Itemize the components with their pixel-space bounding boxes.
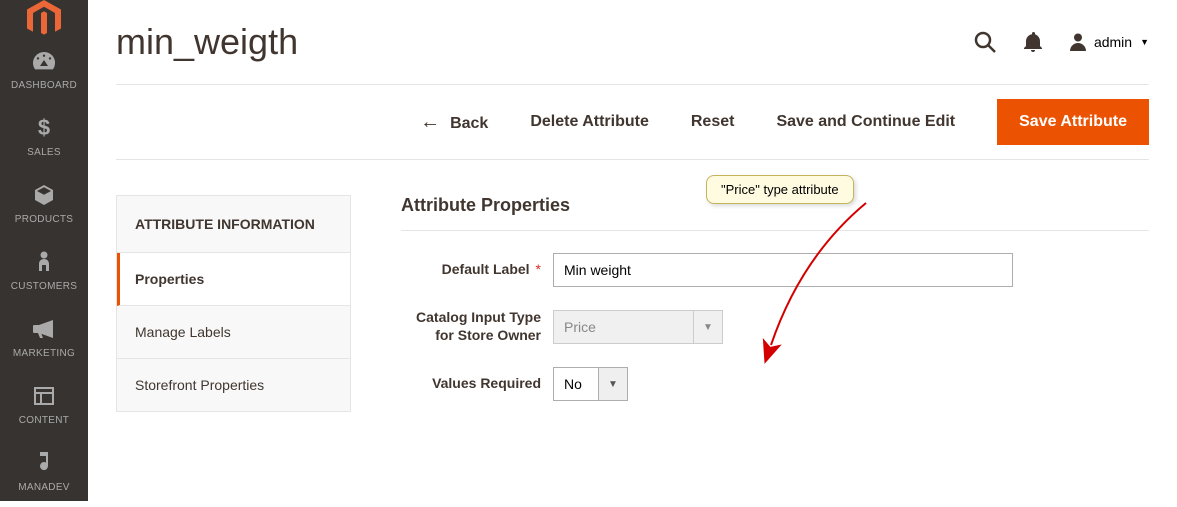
save-and-continue-button[interactable]: Save and Continue Edit: [776, 113, 955, 131]
dashboard-icon: [33, 48, 55, 74]
page-actions: ←Back Delete Attribute Reset Save and Co…: [116, 85, 1149, 160]
page-title: min_weigth: [116, 21, 298, 63]
sidebar-item-content[interactable]: CONTENT: [0, 373, 88, 440]
cube-icon: [34, 182, 54, 208]
tab-manage-labels[interactable]: Manage Labels: [117, 306, 350, 359]
chevron-down-icon: ▼: [693, 310, 723, 344]
sidebar-item-customers[interactable]: CUSTOMERS: [0, 239, 88, 306]
person-icon: [37, 249, 51, 275]
panel-title: ATTRIBUTE INFORMATION: [117, 196, 350, 253]
chevron-down-icon: ▼: [598, 367, 628, 401]
magento-logo-icon: [27, 0, 61, 38]
header-actions: admin ▼: [974, 31, 1149, 53]
default-label-row: Default Label *: [401, 253, 1149, 287]
default-label-input[interactable]: [553, 253, 1013, 287]
back-button[interactable]: ←Back: [420, 111, 488, 134]
sidebar-item-label: CUSTOMERS: [11, 281, 77, 292]
attribute-properties-form: Attribute Properties Default Label* Cata…: [401, 195, 1149, 412]
sidebar-item-label: CONTENT: [19, 415, 69, 426]
default-label-label: Default Label: [442, 261, 530, 277]
sidebar-item-products[interactable]: PRODUCTS: [0, 172, 88, 239]
catalog-input-type-row: Catalog Input Type for Store Owner Price…: [401, 309, 1149, 345]
layout-icon: [34, 383, 54, 409]
select-value: Price: [553, 310, 693, 344]
values-required-select[interactable]: No ▼: [553, 367, 628, 401]
save-attribute-button[interactable]: Save Attribute: [997, 99, 1149, 145]
sidebar-item-manadev[interactable]: MANADEV: [0, 440, 88, 507]
note-icon: [36, 450, 52, 476]
chevron-down-icon: ▼: [1140, 37, 1149, 47]
annotation-callout: "Price" type attribute: [706, 175, 854, 204]
select-value: No: [553, 367, 598, 401]
dollar-icon: $: [38, 115, 50, 141]
sidebar-item-marketing[interactable]: MARKETING: [0, 306, 88, 373]
catalog-input-type-select: Price ▼: [553, 310, 723, 344]
values-required-row: Values Required No ▼: [401, 367, 1149, 401]
arrow-left-icon: ←: [420, 111, 440, 133]
tab-storefront-properties[interactable]: Storefront Properties: [117, 359, 350, 411]
sidebar-item-label: DASHBOARD: [11, 80, 77, 91]
catalog-input-type-label: Catalog Input Type for Store Owner: [416, 309, 541, 343]
main-content: min_weigth admin ▼ ←Back Delete Attribut…: [88, 0, 1177, 501]
sidebar-item-sales[interactable]: $ SALES: [0, 105, 88, 172]
megaphone-icon: [33, 316, 55, 342]
user-icon: [1070, 33, 1086, 51]
values-required-label: Values Required: [432, 375, 541, 391]
admin-label: admin: [1094, 34, 1132, 50]
magento-logo[interactable]: [0, 0, 88, 38]
sidebar-item-label: SALES: [27, 147, 61, 158]
required-asterisk: *: [536, 261, 541, 277]
content-columns: "Price" type attribute ATTRIBUTE INFORMA…: [116, 195, 1149, 412]
notifications-icon[interactable]: [1024, 32, 1042, 52]
delete-attribute-button[interactable]: Delete Attribute: [530, 113, 649, 131]
sidebar-item-label: MANADEV: [18, 482, 70, 493]
admin-sidebar: DASHBOARD $ SALES PRODUCTS CUSTOMERS MAR…: [0, 0, 88, 501]
search-icon[interactable]: [974, 31, 996, 53]
tab-properties[interactable]: Properties: [117, 253, 350, 306]
sidebar-item-label: MARKETING: [13, 348, 75, 359]
sidebar-item-dashboard[interactable]: DASHBOARD: [0, 38, 88, 105]
page-header: min_weigth admin ▼: [116, 0, 1149, 85]
admin-account-dropdown[interactable]: admin ▼: [1070, 33, 1149, 51]
sidebar-item-label: PRODUCTS: [15, 214, 74, 225]
reset-button[interactable]: Reset: [691, 113, 735, 131]
attribute-info-panel: ATTRIBUTE INFORMATION Properties Manage …: [116, 195, 351, 412]
